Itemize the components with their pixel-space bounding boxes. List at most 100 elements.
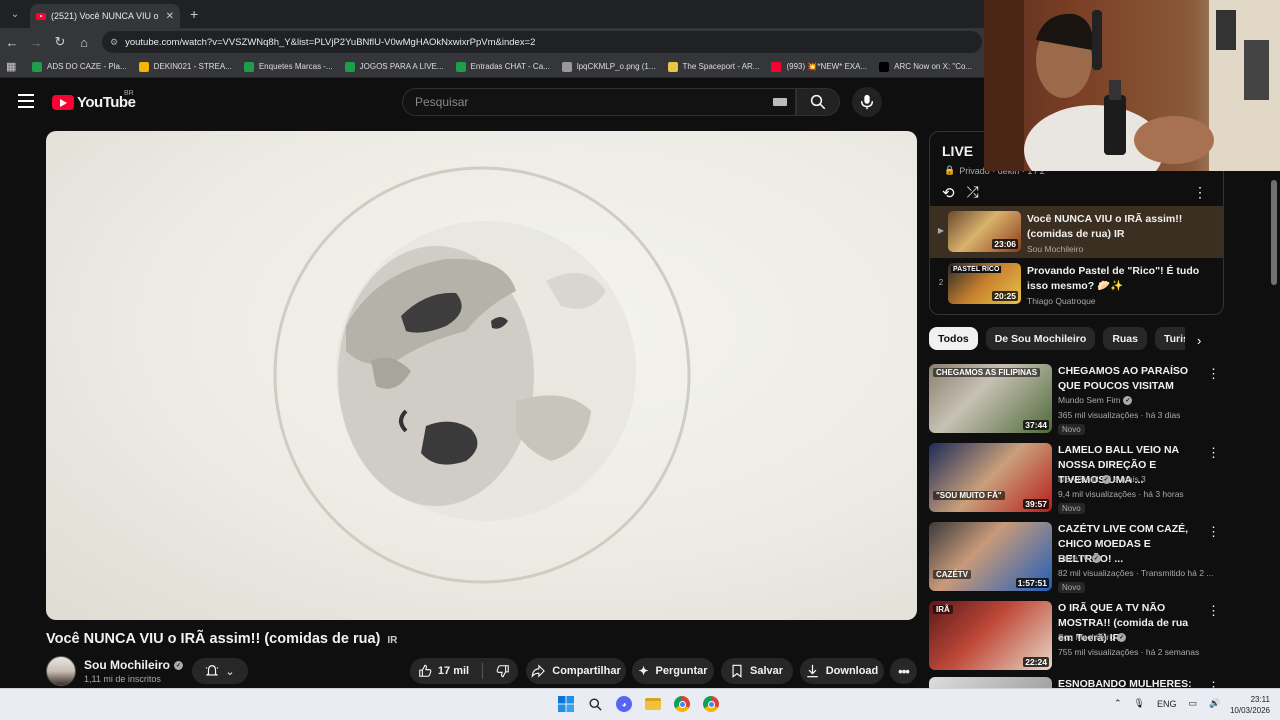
thumbnail-caption: IRÃ [933,605,953,614]
youtube-logo[interactable]: YouTube [52,94,136,111]
sparkle-icon: ✦ [638,664,649,678]
download-button[interactable]: Download [800,658,884,684]
bookmark-item[interactable]: lpqCKMLP_o.png (1... [561,61,656,72]
channel-name[interactable]: NBA Brasil ✓ e mais 3 [1058,474,1146,484]
language-indicator[interactable]: ENG [1157,699,1177,709]
search-icon[interactable] [585,694,605,714]
windows-start-icon[interactable] [556,694,576,714]
verified-check-icon: ✓ [1091,553,1101,563]
channel-avatar[interactable] [46,656,76,686]
scrollbar-thumb[interactable] [1271,180,1277,285]
video-thumbnail[interactable] [929,677,1052,688]
more-vertical-icon[interactable]: ⋮ [1207,524,1220,540]
new-badge: Novo [1058,503,1085,514]
bookmark-favicon-icon [243,61,254,72]
bookmark-item[interactable]: JOGOS PARA A LIVE... [344,61,444,72]
bookmark-label: DEKIN021 - STREA... [153,62,232,71]
back-arrow-icon[interactable]: ← [0,35,24,50]
filter-chip[interactable]: Todos [929,327,978,350]
tab-search-chevron-icon[interactable]: ⌄ [4,4,26,24]
ask-label: Perguntar [655,665,708,677]
channel-name[interactable]: Sou Mochileiro ✓ [84,658,184,672]
recommended-video[interactable]: CAZÉTV 1:57:51 CAZÉTV LIVE COM CAZÉ, CHICO… [929,522,1224,594]
clock[interactable]: 23:11 10/03/2026 [1230,694,1270,716]
thumbs-down-icon[interactable] [496,664,510,678]
download-label: Download [825,665,879,677]
video-thumbnail[interactable]: "SOU MUITO FÃ" 39:57 [929,443,1052,512]
recommended-video[interactable]: CHEGAMOS AS FILIPINAS 37:44 CHEGAMOS AO PA… [929,364,1224,436]
bookmark-favicon-icon [561,61,572,72]
search-input[interactable] [415,95,755,109]
new-tab-plus-icon[interactable]: + [190,6,198,22]
playlist-item[interactable]: 2 PASTEL RICO 20:25 Provando Pastel de "… [930,258,1223,310]
video-player[interactable] [46,131,917,620]
save-button[interactable]: Salvar [721,658,793,684]
bookmark-item[interactable]: DEKIN021 - STREA... [138,61,232,72]
ask-button[interactable]: ✦ Perguntar [632,658,714,684]
more-vertical-icon[interactable]: ⋮ [1207,366,1220,382]
volume-icon[interactable]: 🔊 [1209,698,1220,709]
apps-grid-icon[interactable]: ▦ [6,60,20,73]
channel-name-text: Mundo Sem Fim [1058,395,1121,405]
more-vertical-icon[interactable]: ⋮ [1207,603,1220,619]
bookmark-item[interactable]: (993) 💥*NEW* EXA... [771,61,867,72]
address-bar[interactable]: ⚙ youtube.com/watch?v=VVSZWNq8h_Y&list=P… [102,31,982,53]
channel-name[interactable]: Mundo Sem Fim ✓ [1058,395,1133,405]
site-info-icon[interactable]: ⚙ [110,37,118,48]
menu-hamburger-icon[interactable] [18,94,34,112]
network-icon[interactable]: ▭ [1189,698,1198,709]
playlist-item[interactable]: ▶ 23:06 Você NUNCA VIU o IRÃ assim!! (co… [930,206,1223,258]
keyboard-icon[interactable] [773,98,787,106]
recommended-video[interactable]: "SOU MUITO FÃ" 39:57 LAMELO BALL VEIO NA N… [929,443,1224,515]
video-thumbnail[interactable]: IRÃ 22:24 [929,601,1052,670]
share-button[interactable]: Compartilhar [526,658,626,684]
playlist-controls: ⟲ ⤮ [942,184,979,202]
playlist-more-icon[interactable]: ⋮ [1193,184,1207,201]
file-explorer-icon[interactable] [643,694,663,714]
bookmark-item[interactable]: The Spaceport - AR... [667,61,759,72]
more-actions-button[interactable]: ••• [890,658,917,684]
chevron-up-icon[interactable]: ⌃ [1114,698,1122,709]
recommended-video[interactable]: ESNOBANDO MULHERES: ⋮ [929,677,1224,688]
bookmark-label: Entradas CHAT - Ca... [470,62,550,71]
notification-bell-button[interactable]: ⌄ [192,658,248,684]
microphone-icon[interactable]: 🎙 [1134,698,1145,709]
video-thumbnail[interactable]: CAZÉTV 1:57:51 [929,522,1052,591]
filter-chip[interactable]: De Sou Mochileiro [985,327,1096,350]
chevron-right-icon[interactable]: › [1197,333,1201,348]
bookmark-icon [732,664,742,678]
playlist-title: LIVE [942,143,974,159]
bookmark-item[interactable]: ARC Now on X: "Co... [879,61,972,72]
browser-tab-active[interactable]: (2521) Você NUNCA VIU o IRÃ ... ✕ [30,4,180,28]
home-icon[interactable]: ⌂ [72,35,96,50]
thumbnail-caption: "SOU MUITO FÃ" [933,491,1005,500]
share-arrow-icon [531,664,546,678]
voice-search-button[interactable] [852,87,882,117]
more-vertical-icon[interactable]: ⋮ [1207,679,1220,688]
bookmark-favicon-icon [771,61,782,72]
recommended-video[interactable]: IRÃ 22:24 O IRÃ QUE A TV NÃO MOSTRA!! (com… [929,601,1224,673]
close-tab-icon[interactable]: ✕ [166,11,174,22]
discord-icon[interactable]: ◕ [614,694,634,714]
chrome-icon-2[interactable] [701,694,721,714]
duration-badge: 20:25 [992,291,1018,301]
forward-arrow-icon[interactable]: → [24,35,48,50]
reload-icon[interactable]: ↻ [48,34,72,50]
bookmark-item[interactable]: Enquetes Marcas -... [243,61,333,72]
like-button[interactable]: 17 mil [418,664,469,678]
video-thumbnail[interactable]: CHEGAMOS AS FILIPINAS 37:44 [929,364,1052,433]
filter-chip[interactable]: Ruas [1103,327,1147,350]
filter-chips: Todos De Sou Mochileiro Ruas Turismo [929,327,1185,351]
search-button[interactable] [796,88,840,116]
channel-name[interactable]: CazéTV ✓ [1058,553,1101,563]
chrome-icon[interactable] [672,694,692,714]
playlist-thumbnail: PASTEL RICO 20:25 [948,263,1021,304]
more-vertical-icon[interactable]: ⋮ [1207,445,1220,461]
bookmark-item[interactable]: Entradas CHAT - Ca... [455,61,550,72]
bookmark-item[interactable]: ADS DO CAZE - Pla... [32,61,127,72]
shuffle-icon[interactable]: ⤮ [967,184,979,202]
loop-icon[interactable]: ⟲ [942,184,955,202]
filter-chip[interactable]: Turismo [1155,327,1185,350]
channel-name[interactable]: Sou Mochileiro ✓ [1058,632,1127,642]
like-dislike-group: 17 mil [410,658,518,684]
